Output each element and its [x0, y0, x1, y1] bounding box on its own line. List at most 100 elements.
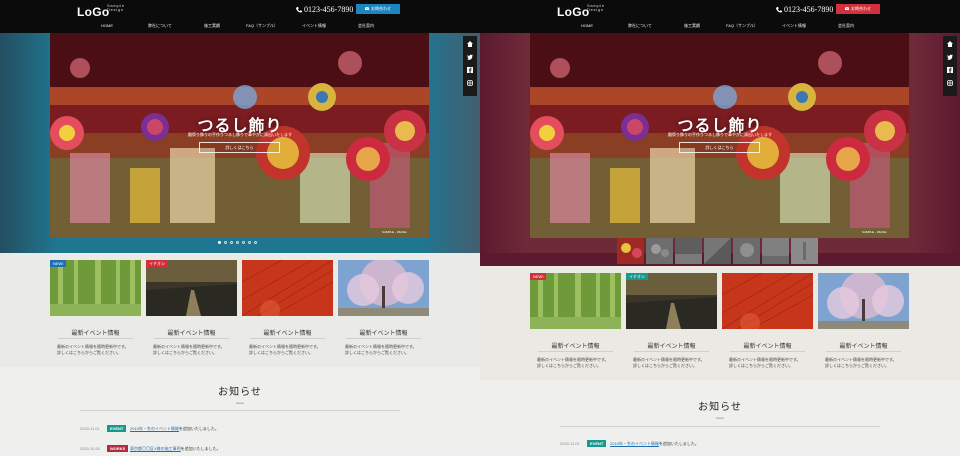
facebook-icon[interactable]	[467, 67, 473, 73]
card-text: 最新のイベント情報を随時更新中です。 詳しくはこちらからご覧ください。	[537, 357, 609, 368]
hero-more-button[interactable]: 詳しくはこちら	[199, 142, 280, 153]
slider-dots	[218, 241, 262, 246]
card[interactable]: 最新イベント情報 最新のイベント情報を随時更新中です。 詳しくはこちらからご覧くだ…	[242, 260, 333, 358]
twitter-icon[interactable]	[947, 54, 953, 60]
nav-item-faq[interactable]: FAQ（サンプル）	[246, 23, 278, 29]
logo[interactable]: LoGo	[77, 5, 110, 19]
logo[interactable]: LoGo	[557, 5, 590, 19]
mail-icon	[365, 7, 369, 10]
nav-item-works[interactable]: 施工実績	[684, 23, 700, 29]
sns-sidebar	[463, 36, 477, 96]
card[interactable]: NEW! 最新イベント情報 最新のイベント情報を随時更新中です。 詳しくはこちらか…	[50, 260, 141, 358]
card-divider	[538, 351, 613, 352]
slider-dot[interactable]	[230, 241, 233, 244]
slider-thumbnails	[617, 238, 823, 266]
card-divider	[730, 351, 805, 352]
nav-item-events[interactable]: イベント情報	[782, 23, 806, 29]
twitter-icon[interactable]	[467, 54, 473, 60]
instagram-icon[interactable]	[467, 80, 473, 86]
sns-sidebar	[943, 36, 957, 96]
card-text: 最新のイベント情報を随時更新中です。 詳しくはこちらからご覧ください。	[729, 357, 801, 368]
card[interactable]: 最新イベント情報 最新のイベント情報を随時更新中です。 詳しくはこちらからご覧くだ…	[338, 260, 429, 358]
nav-item-works[interactable]: 施工実績	[204, 23, 220, 29]
card[interactable]: NEW! 最新イベント情報 最新のイベント情報を随時更新中です。 詳しくはこちらか…	[530, 273, 621, 371]
card-title: 最新イベント情報	[359, 331, 408, 337]
nav-item-about[interactable]: 弊社について	[148, 23, 172, 29]
main-nav: HOME 弊社について 施工実績 FAQ（サンプル） イベント情報 会社案内	[0, 20, 480, 32]
card-image	[530, 273, 621, 329]
slider-thumbnail[interactable]	[733, 238, 760, 264]
facebook-icon[interactable]	[947, 67, 953, 73]
slider-thumbnail[interactable]	[675, 238, 702, 264]
slider-thumbnail[interactable]	[791, 238, 818, 264]
card-title: 最新イベント情報	[743, 344, 792, 350]
news-link[interactable]: 2019年・冬のイベント情報	[130, 426, 179, 431]
instagram-icon[interactable]	[947, 80, 953, 86]
news-subtitle: News	[236, 401, 244, 405]
card-image	[626, 273, 717, 329]
news-subtitle: News	[716, 416, 724, 420]
phone-number[interactable]: 0123-456-7890	[296, 5, 353, 14]
slider-dot[interactable]	[224, 241, 227, 244]
news-tag: EVENT	[107, 425, 127, 432]
header: LoGo Sample Design 0123-456-7890 お問合わせ HO…	[480, 0, 960, 33]
logo-subtitle: Sample Design	[107, 3, 125, 12]
card-title: 最新イベント情報	[839, 344, 888, 350]
card-divider	[826, 351, 901, 352]
slider-dot[interactable]	[248, 241, 251, 244]
news-divider	[80, 410, 400, 411]
nav-item-faq[interactable]: FAQ（サンプル）	[726, 23, 758, 29]
slider-thumbnail[interactable]	[646, 238, 673, 264]
news-section: お知らせ News 2020.11.01 EVENT 2019年・冬のイベント情…	[0, 367, 480, 456]
hero-more-button[interactable]: 詳しくはこちら	[679, 142, 760, 153]
card-image	[146, 260, 237, 316]
nav-item-company[interactable]: 会社案内	[358, 23, 374, 29]
nav-item-about[interactable]: 弊社について	[628, 23, 652, 29]
card-title: 最新イベント情報	[71, 331, 120, 337]
news-link[interactable]: 東京都〇〇区X様の施工事例	[130, 446, 181, 451]
news-divider	[560, 426, 880, 427]
header: LoGo Sample Design 0123-456-7890 お問合わせ HO…	[0, 0, 480, 33]
news-title: お知らせ	[698, 402, 742, 413]
card-text: 最新のイベント情報を随時更新中です。 詳しくはこちらからご覧ください。	[633, 357, 705, 368]
nav-item-home[interactable]: HOME	[101, 23, 113, 28]
card[interactable]: 最新イベント情報 最新のイベント情報を随時更新中です。 詳しくはこちらからご覧くだ…	[722, 273, 813, 371]
contact-button[interactable]: お問合わせ	[356, 4, 400, 14]
cards-section: NEW! 最新イベント情報 最新のイベント情報を随時更新中です。 詳しくはこちらか…	[0, 253, 480, 367]
news-link[interactable]: 2019年・冬のイベント情報	[610, 441, 659, 446]
slider-dot[interactable]	[236, 241, 239, 244]
phone-icon	[776, 7, 782, 13]
badge-recommend: イチオシ	[626, 273, 648, 280]
card-title: 最新イベント情報	[263, 331, 312, 337]
nav-item-events[interactable]: イベント情報	[302, 23, 326, 29]
slider-dot[interactable]	[242, 241, 245, 244]
card-divider	[634, 351, 709, 352]
nav-item-company[interactable]: 会社案内	[838, 23, 854, 29]
card-title: 最新イベント情報	[551, 344, 600, 350]
slider-dot[interactable]	[218, 241, 221, 244]
card-text: 最新のイベント情報を随時更新中です。 詳しくはこちらからご覧ください。	[345, 344, 417, 355]
home-icon[interactable]	[947, 41, 953, 47]
hero-subtitle: 雛祭り飾りの手作りつるし飾りで華やかに演出いたします	[187, 132, 293, 137]
news-tag: WORKS	[107, 445, 129, 452]
slider-thumbnail[interactable]	[617, 238, 644, 264]
news-date: 2020.11.01	[80, 426, 100, 431]
nav-item-home[interactable]: HOME	[581, 23, 593, 28]
home-icon[interactable]	[467, 41, 473, 47]
badge-new: NEW!	[50, 260, 67, 267]
hero-caption: SAMPLE - IMAGE	[862, 230, 887, 234]
news-date: 2020.11.01	[560, 441, 580, 446]
slider-thumbnail[interactable]	[704, 238, 731, 264]
slider-thumbnail[interactable]	[762, 238, 789, 264]
card-divider	[250, 338, 325, 339]
card[interactable]: イチオシ 最新イベント情報 最新のイベント情報を随時更新中です。 詳しくはこちらか…	[626, 273, 717, 371]
card-text: 最新のイベント情報を随時更新中です。 詳しくはこちらからご覧ください。	[249, 344, 321, 355]
news-text: 2019年・冬のイベント情報を追加いたしました。	[130, 426, 219, 431]
news-text: 東京都〇〇区X様の施工事例を追加いたしました。	[130, 446, 221, 451]
card[interactable]: イチオシ 最新イベント情報 最新のイベント情報を随時更新中です。 詳しくはこちらか…	[146, 260, 237, 358]
phone-number[interactable]: 0123-456-7890	[776, 5, 833, 14]
contact-button[interactable]: お問合わせ	[836, 4, 880, 14]
slider-dot[interactable]	[254, 241, 257, 244]
main-nav: HOME 弊社について 施工実績 FAQ（サンプル） イベント情報 会社案内	[480, 20, 960, 32]
card[interactable]: 最新イベント情報 最新のイベント情報を随時更新中です。 詳しくはこちらからご覧くだ…	[818, 273, 909, 371]
